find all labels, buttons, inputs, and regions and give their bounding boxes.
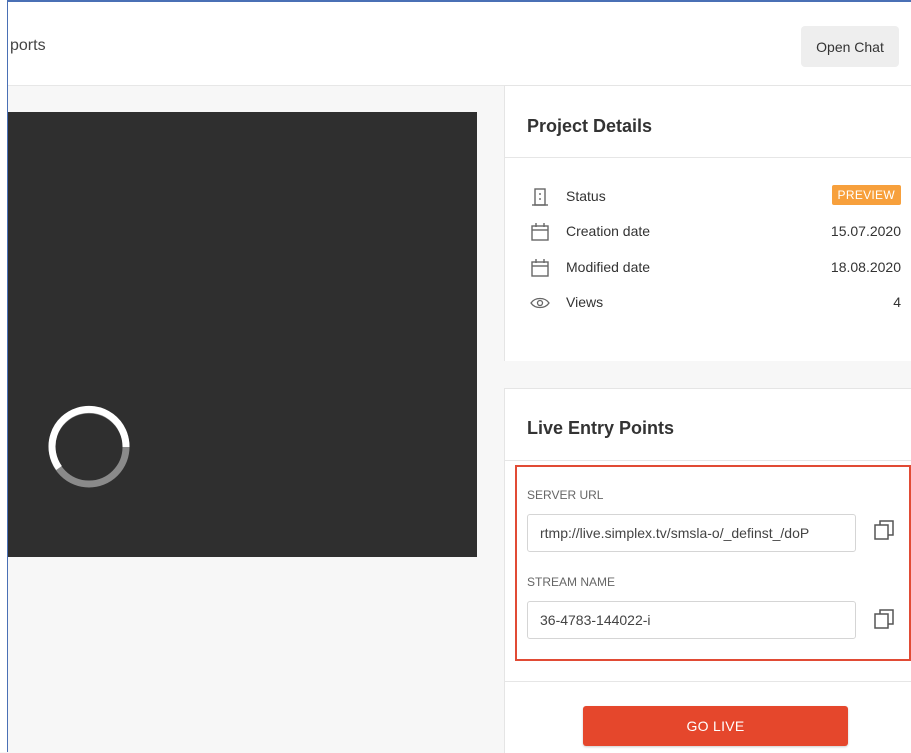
building-icon [532,188,548,206]
top-bar: ports Open Chat [8,2,911,86]
project-details-card: Project Details Status PREVIEW Creation … [504,85,911,361]
calendar-icon [531,223,549,241]
status-badge: PREVIEW [831,185,901,205]
live-entry-points-title: Live Entry Points [527,418,675,438]
creation-date-label: Creation date [566,223,651,239]
status-label: Status [566,188,606,204]
modified-date-label: Modified date [566,259,651,275]
go-live-button[interactable]: GO LIVE [583,706,848,746]
eye-icon [530,297,550,309]
project-details-title: Project Details [527,116,653,136]
detail-row-status: Status PREVIEW [505,185,911,209]
detail-row-creation-date: Creation date 15.07.2020 [505,220,911,244]
server-url-label: SERVER URL [527,488,604,502]
server-url-input[interactable]: rtmp://live.simplex.tv/smsla-o/_definst_… [527,514,856,552]
window-left-border [0,0,8,752]
divider [505,681,911,682]
detail-row-views: Views 4 [505,291,911,315]
copy-stream-name-icon[interactable] [872,607,896,631]
open-chat-button[interactable]: Open Chat [801,26,899,67]
divider [505,157,911,158]
calendar-icon [531,259,549,277]
views-value: 4 [893,294,901,310]
copy-server-url-icon[interactable] [872,518,896,542]
divider [505,460,911,461]
modified-date-value: 18.08.2020 [830,259,901,275]
stream-name-value: 36-4783-144022-i [540,612,651,628]
detail-row-modified-date: Modified date 18.08.2020 [505,256,911,280]
views-label: Views [566,294,604,310]
loading-spinner-icon [48,405,130,488]
breadcrumb[interactable]: ports [10,37,46,55]
video-player[interactable] [8,112,477,557]
stream-name-label: STREAM NAME [527,575,616,589]
stream-name-input[interactable]: 36-4783-144022-i [527,601,856,639]
creation-date-value: 15.07.2020 [830,223,901,239]
